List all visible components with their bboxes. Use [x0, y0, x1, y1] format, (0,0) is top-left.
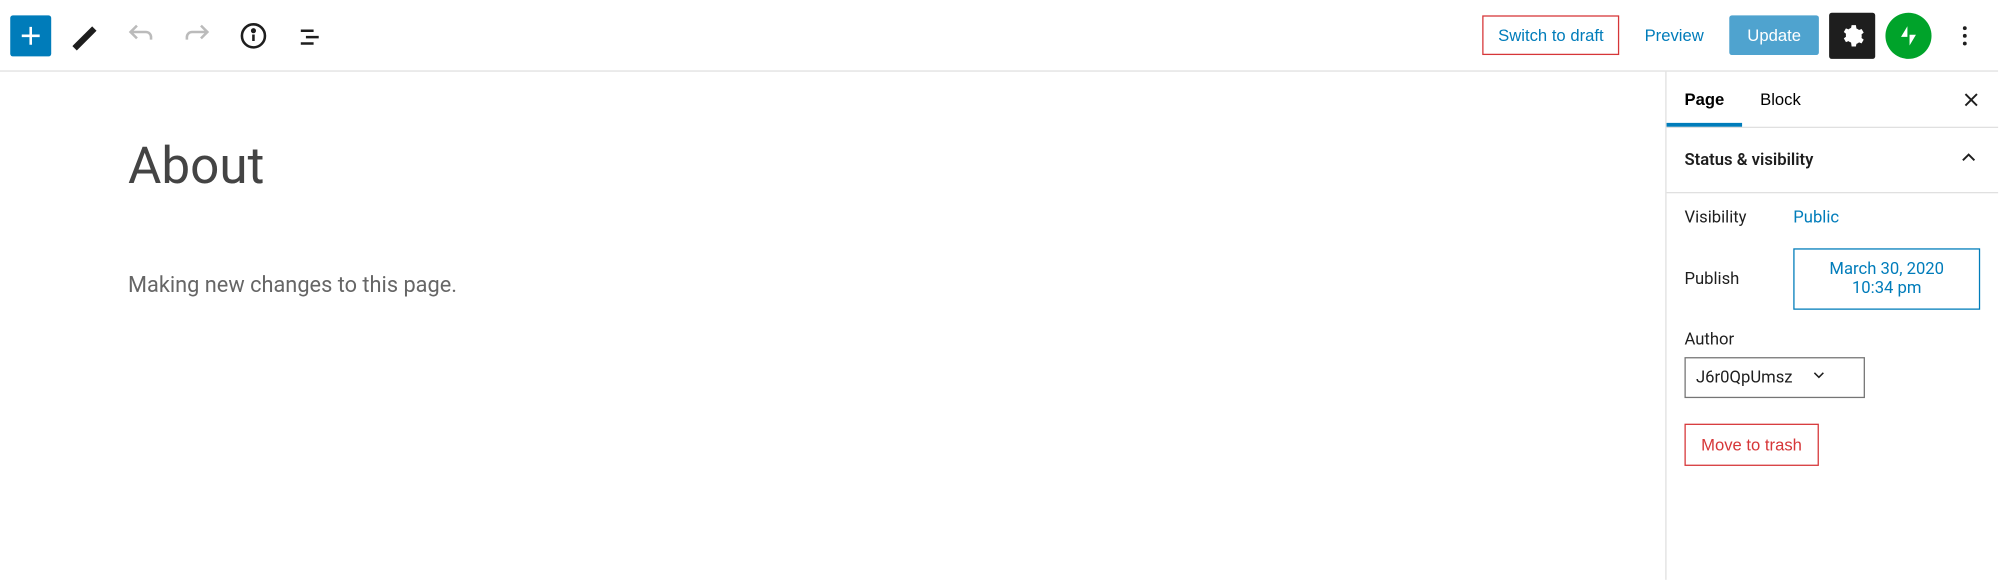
status-visibility-panel-body: Visibility Public Publish March 30, 2020…	[1667, 193, 1999, 481]
toolbar-right: Switch to draft Preview Update	[1483, 12, 1988, 58]
redo-button[interactable]	[174, 12, 220, 58]
outline-button[interactable]	[287, 12, 333, 58]
author-label: Author	[1684, 330, 1980, 349]
settings-sidebar: Page Block Status & visibility Visibilit…	[1665, 72, 1998, 580]
add-block-button[interactable]	[10, 15, 51, 56]
author-select[interactable]: J6r0QpUmsz	[1684, 357, 1865, 398]
switch-to-draft-button[interactable]: Switch to draft	[1483, 15, 1619, 55]
panel-title: Status & visibility	[1684, 150, 1813, 169]
author-row: Author J6r0QpUmsz	[1684, 330, 1980, 398]
editor-canvas[interactable]: About Making new changes to this page.	[0, 72, 1665, 580]
settings-button[interactable]	[1829, 12, 1875, 58]
jetpack-button[interactable]	[1885, 12, 1931, 58]
publish-label: Publish	[1684, 269, 1793, 288]
visibility-row: Visibility Public	[1684, 209, 1980, 228]
update-button[interactable]: Update	[1729, 15, 1819, 55]
author-value: J6r0QpUmsz	[1696, 368, 1793, 387]
close-sidebar-button[interactable]	[1952, 80, 1990, 118]
move-to-trash-button[interactable]: Move to trash	[1684, 424, 1818, 466]
publish-date-button[interactable]: March 30, 2020 10:34 pm	[1793, 248, 1980, 309]
publish-row: Publish March 30, 2020 10:34 pm	[1684, 248, 1980, 309]
tab-block[interactable]: Block	[1742, 72, 1819, 127]
visibility-label: Visibility	[1684, 209, 1793, 228]
chevron-up-icon	[1957, 146, 1980, 174]
preview-button[interactable]: Preview	[1629, 15, 1719, 55]
visibility-value[interactable]: Public	[1793, 209, 1839, 228]
edit-mode-button[interactable]	[61, 12, 107, 58]
top-toolbar: Switch to draft Preview Update	[0, 0, 1998, 72]
more-options-button[interactable]	[1942, 12, 1988, 58]
chevron-down-icon	[1810, 366, 1828, 389]
page-title[interactable]: About	[128, 136, 1665, 196]
page-body-paragraph[interactable]: Making new changes to this page.	[128, 273, 1665, 299]
info-button[interactable]	[230, 12, 276, 58]
undo-button[interactable]	[118, 12, 164, 58]
status-visibility-panel-header[interactable]: Status & visibility	[1667, 128, 1999, 193]
sidebar-tabs: Page Block	[1667, 72, 1999, 128]
tab-page[interactable]: Page	[1667, 72, 1743, 127]
toolbar-left	[10, 12, 333, 58]
